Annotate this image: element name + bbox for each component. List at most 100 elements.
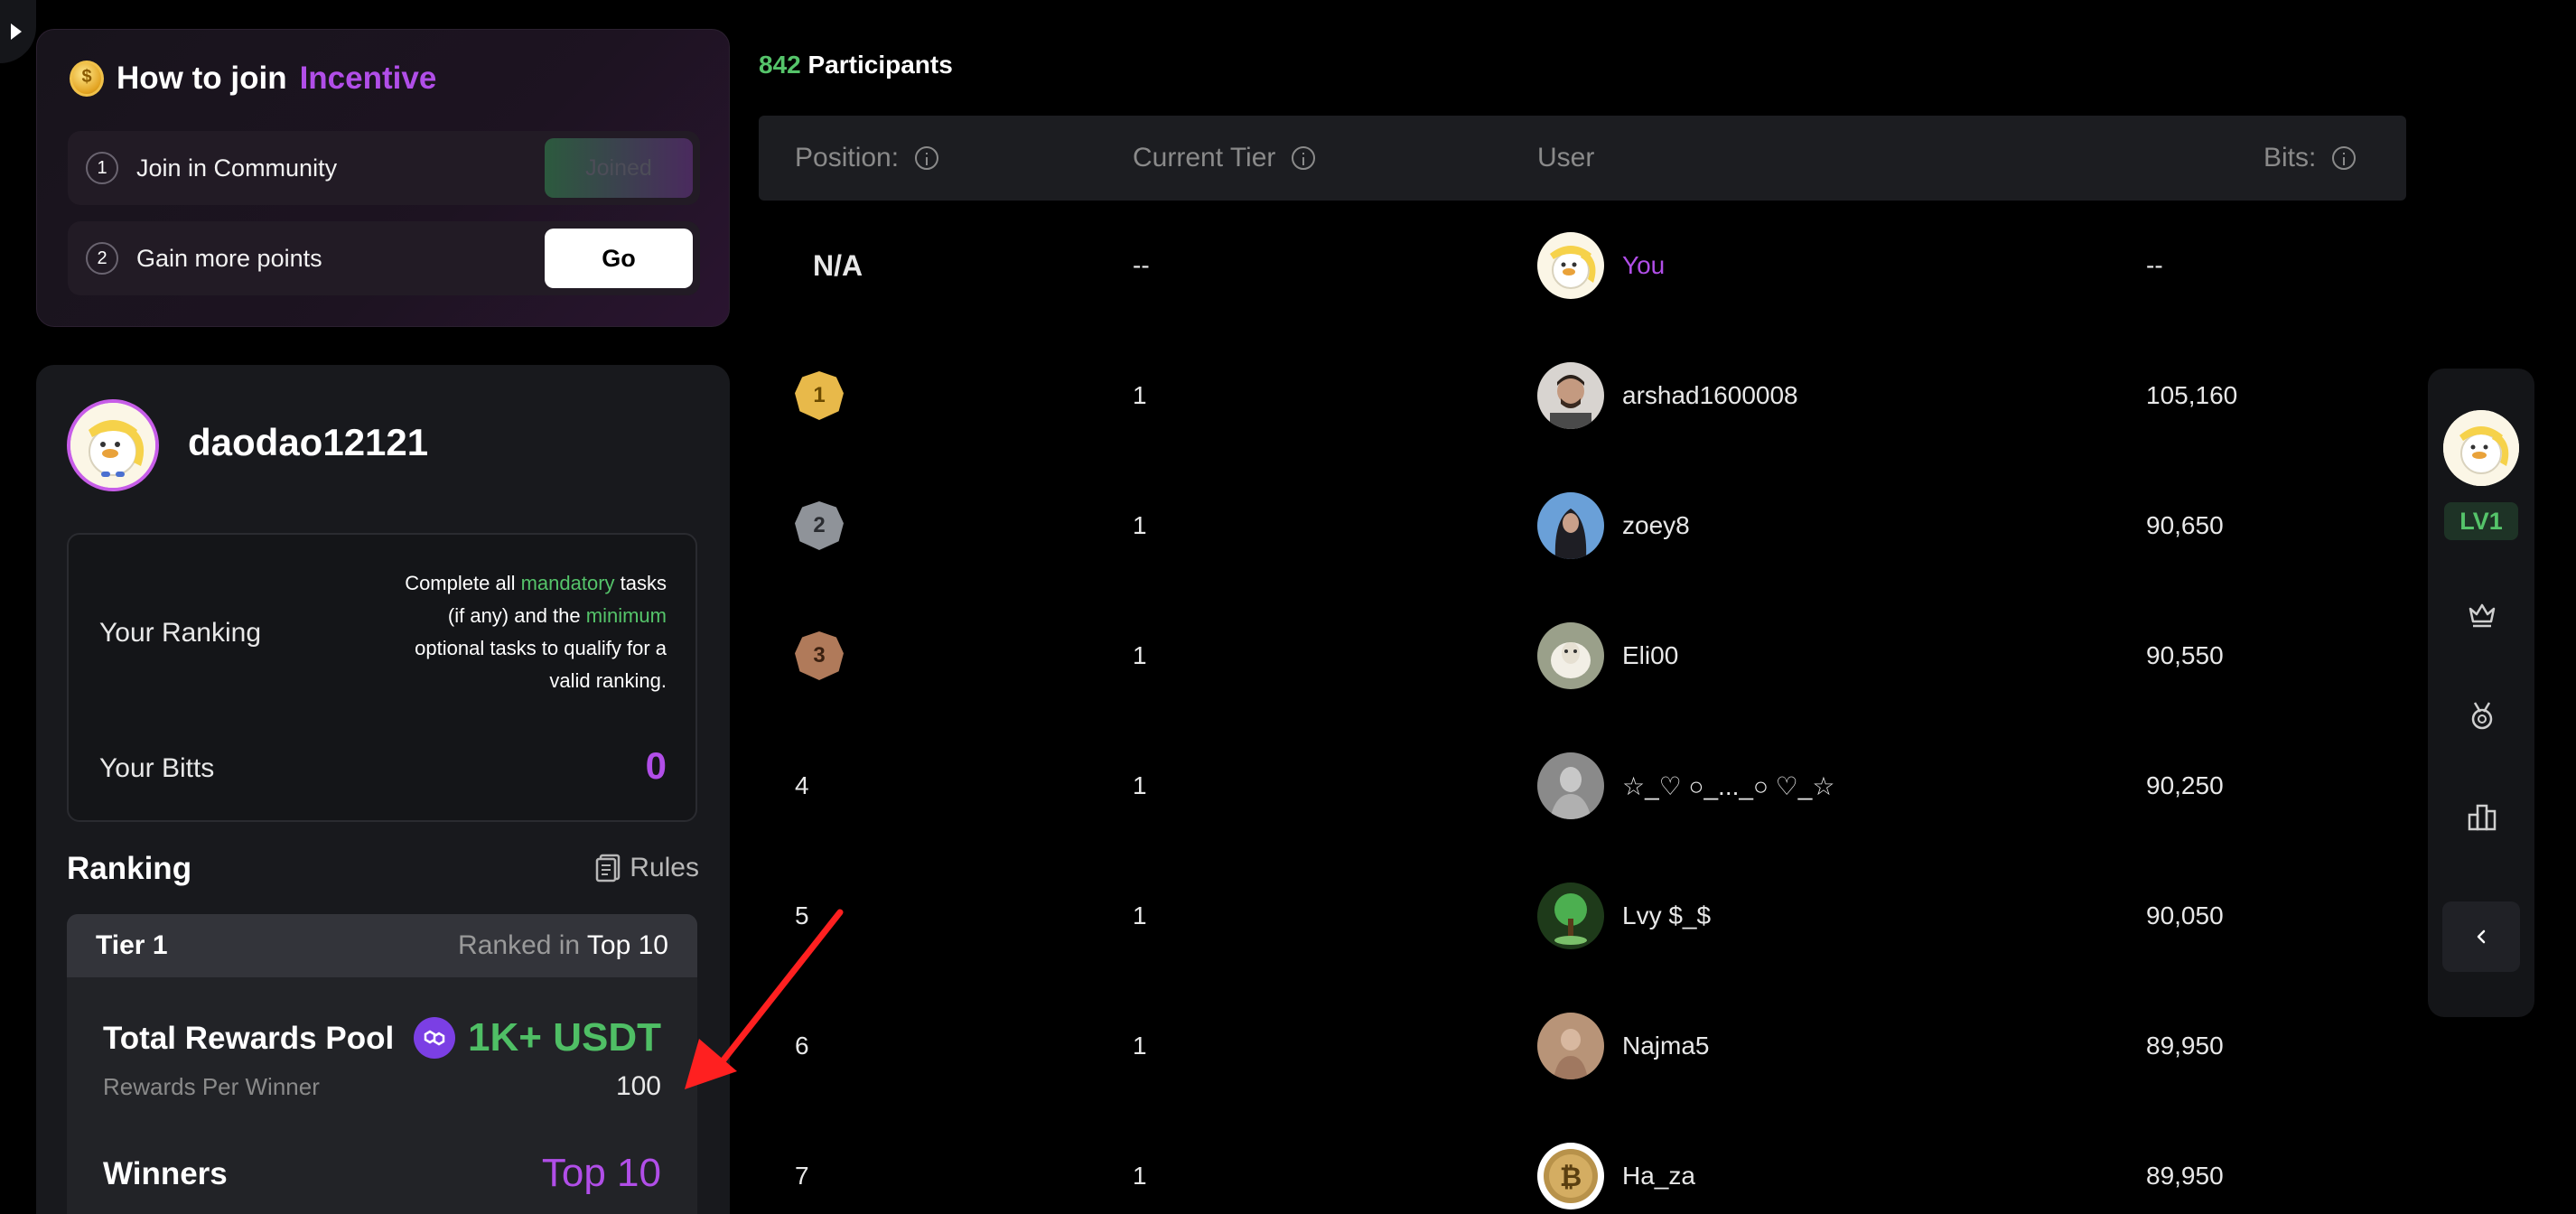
- duck-avatar-icon: [70, 403, 155, 488]
- pool-amount: 1K+ USDT: [468, 1015, 661, 1060]
- rules-link[interactable]: Rules: [595, 853, 699, 883]
- step-number: 2: [86, 242, 118, 275]
- column-bits: Bits:: [2263, 143, 2357, 173]
- note-text: Complete all: [405, 572, 521, 594]
- row-bits: 90,550: [2146, 641, 2224, 669]
- row-username: ☆_♡ ○_..._○ ♡_☆: [1622, 771, 1835, 800]
- bitcoin-avatar-icon: ₿: [1537, 1143, 1604, 1209]
- avatar: [1537, 752, 1604, 819]
- row-tier: 1: [1133, 641, 1147, 669]
- ranked-in-value: Top 10: [586, 930, 668, 960]
- per-winner-value: 100: [615, 1071, 661, 1101]
- column-user-label: User: [1537, 143, 1595, 173]
- per-winner-label: Rewards Per Winner: [103, 1073, 320, 1100]
- sidebar-toggle-button[interactable]: [0, 0, 36, 63]
- avatar: [1537, 492, 1604, 559]
- ranked-in-label: Ranked in: [458, 930, 581, 960]
- row-username: Najma5: [1622, 1032, 1710, 1060]
- tier-name: Tier 1: [96, 930, 168, 960]
- row-bits: 90,650: [2146, 511, 2224, 539]
- avatar: [1537, 1013, 1604, 1079]
- row-username: zoey8: [1622, 511, 1690, 539]
- how-to-join-card: How to join Incentive 1 Join in Communit…: [36, 29, 730, 327]
- info-icon[interactable]: [2332, 146, 2357, 170]
- row-position: 1: [795, 350, 844, 441]
- rail-avatar[interactable]: [2443, 410, 2519, 486]
- leaderboard-icon[interactable]: [2466, 800, 2498, 833]
- username: daodao12121: [188, 421, 429, 463]
- silver-medal-icon: 2: [795, 501, 844, 550]
- row-user: zoey8: [1537, 481, 1690, 571]
- note-minimum: minimum: [585, 604, 667, 627]
- info-icon[interactable]: [1292, 146, 1316, 170]
- medal-icon[interactable]: [2466, 699, 2498, 732]
- tier-card: Tier 1 Ranked in Top 10 Total Rewards Po…: [67, 914, 697, 1214]
- tier-ranked-in: Ranked in Top 10: [458, 930, 668, 961]
- row-username: Eli00: [1622, 641, 1679, 669]
- row-position: N/A: [813, 248, 863, 282]
- table-row: 3 1 Eli00 90,550: [759, 611, 2406, 701]
- gold-medal-icon: 1: [795, 371, 844, 420]
- avatar: [1537, 362, 1604, 429]
- table-row: 7 1 ₿ Ha_za 89,950: [759, 1131, 2406, 1214]
- profile-panel: daodao12121 Your Ranking Complete all ma…: [36, 365, 730, 1214]
- chevron-left-icon: [2477, 929, 2486, 944]
- row-user: arshad1600008: [1537, 350, 1798, 441]
- rewards-pool-value: 1K+ USDT: [414, 1015, 661, 1060]
- polygon-icon: [414, 1017, 456, 1059]
- row-position: 3: [795, 611, 844, 701]
- crown-icon[interactable]: [2466, 598, 2498, 630]
- row-username: Lvy $_$: [1622, 901, 1712, 929]
- join-title-accent: Incentive: [299, 61, 437, 96]
- coin-icon: [70, 61, 104, 97]
- row-tier: 1: [1133, 1162, 1147, 1190]
- row-bits: 90,250: [2146, 771, 2224, 799]
- avatar: [1537, 622, 1604, 689]
- row-bits: 89,950: [2146, 1162, 2224, 1190]
- svg-text:₿: ₿: [1560, 1162, 1582, 1193]
- table-row: 2 1 zoey8 90,650: [759, 481, 2406, 571]
- participants-count: 842 Participants: [759, 51, 953, 79]
- annotation-arrow-icon: [685, 909, 844, 1089]
- rules-label: Rules: [630, 853, 699, 882]
- row-position: 2: [795, 481, 844, 571]
- your-ranking-box: Your Ranking Complete all mandatory task…: [67, 533, 697, 822]
- table-row: 6 1 Najma5 89,950: [759, 1001, 2406, 1091]
- step-number: 1: [86, 152, 118, 184]
- row-bits: 105,160: [2146, 381, 2238, 409]
- step-label: Gain more points: [136, 244, 322, 272]
- row-user: You: [1537, 220, 1665, 311]
- info-icon[interactable]: [915, 146, 939, 170]
- go-button[interactable]: Go: [545, 229, 693, 288]
- avatar: [1537, 232, 1604, 299]
- leaderboard-header: Position: Current Tier User Bits:: [759, 116, 2406, 201]
- row-bits: 90,050: [2146, 901, 2224, 929]
- row-tier: 1: [1133, 381, 1147, 409]
- row-bits: --: [2146, 251, 2163, 279]
- row-position: 4: [795, 771, 809, 799]
- tier-header: Tier 1 Ranked in Top 10: [67, 914, 697, 977]
- column-position: Position:: [795, 143, 939, 173]
- level-badge: LV1: [2444, 502, 2518, 540]
- row-user: Najma5: [1537, 1001, 1709, 1091]
- table-row: 4 1 ☆_♡ ○_..._○ ♡_☆ 90,250: [759, 741, 2406, 831]
- column-tier-label: Current Tier: [1133, 143, 1276, 173]
- joined-button[interactable]: Joined: [545, 138, 693, 198]
- row-bits: 89,950: [2146, 1032, 2224, 1060]
- row-tier: 1: [1133, 771, 1147, 799]
- document-icon: [596, 854, 621, 882]
- ranking-note: Complete all mandatory tasks (if any) an…: [396, 567, 667, 697]
- row-tier: 1: [1133, 901, 1147, 929]
- bronze-medal-icon: 3: [795, 631, 844, 680]
- row-user: ☆_♡ ○_..._○ ♡_☆: [1537, 741, 1834, 831]
- collapse-rail-button[interactable]: [2442, 901, 2520, 972]
- row-tier: 1: [1133, 1032, 1147, 1060]
- note-text: optional tasks to qualify for a valid ra…: [415, 637, 667, 692]
- table-row-you: N/A -- You --: [759, 220, 2406, 311]
- winners-label: Winners: [103, 1156, 228, 1191]
- join-step-community: 1 Join in Community Joined: [68, 131, 700, 205]
- ranking-title: Ranking: [67, 851, 192, 886]
- column-position-label: Position:: [795, 143, 900, 173]
- your-ranking-label: Your Ranking: [99, 618, 262, 648]
- your-bitts-value: 0: [645, 744, 667, 787]
